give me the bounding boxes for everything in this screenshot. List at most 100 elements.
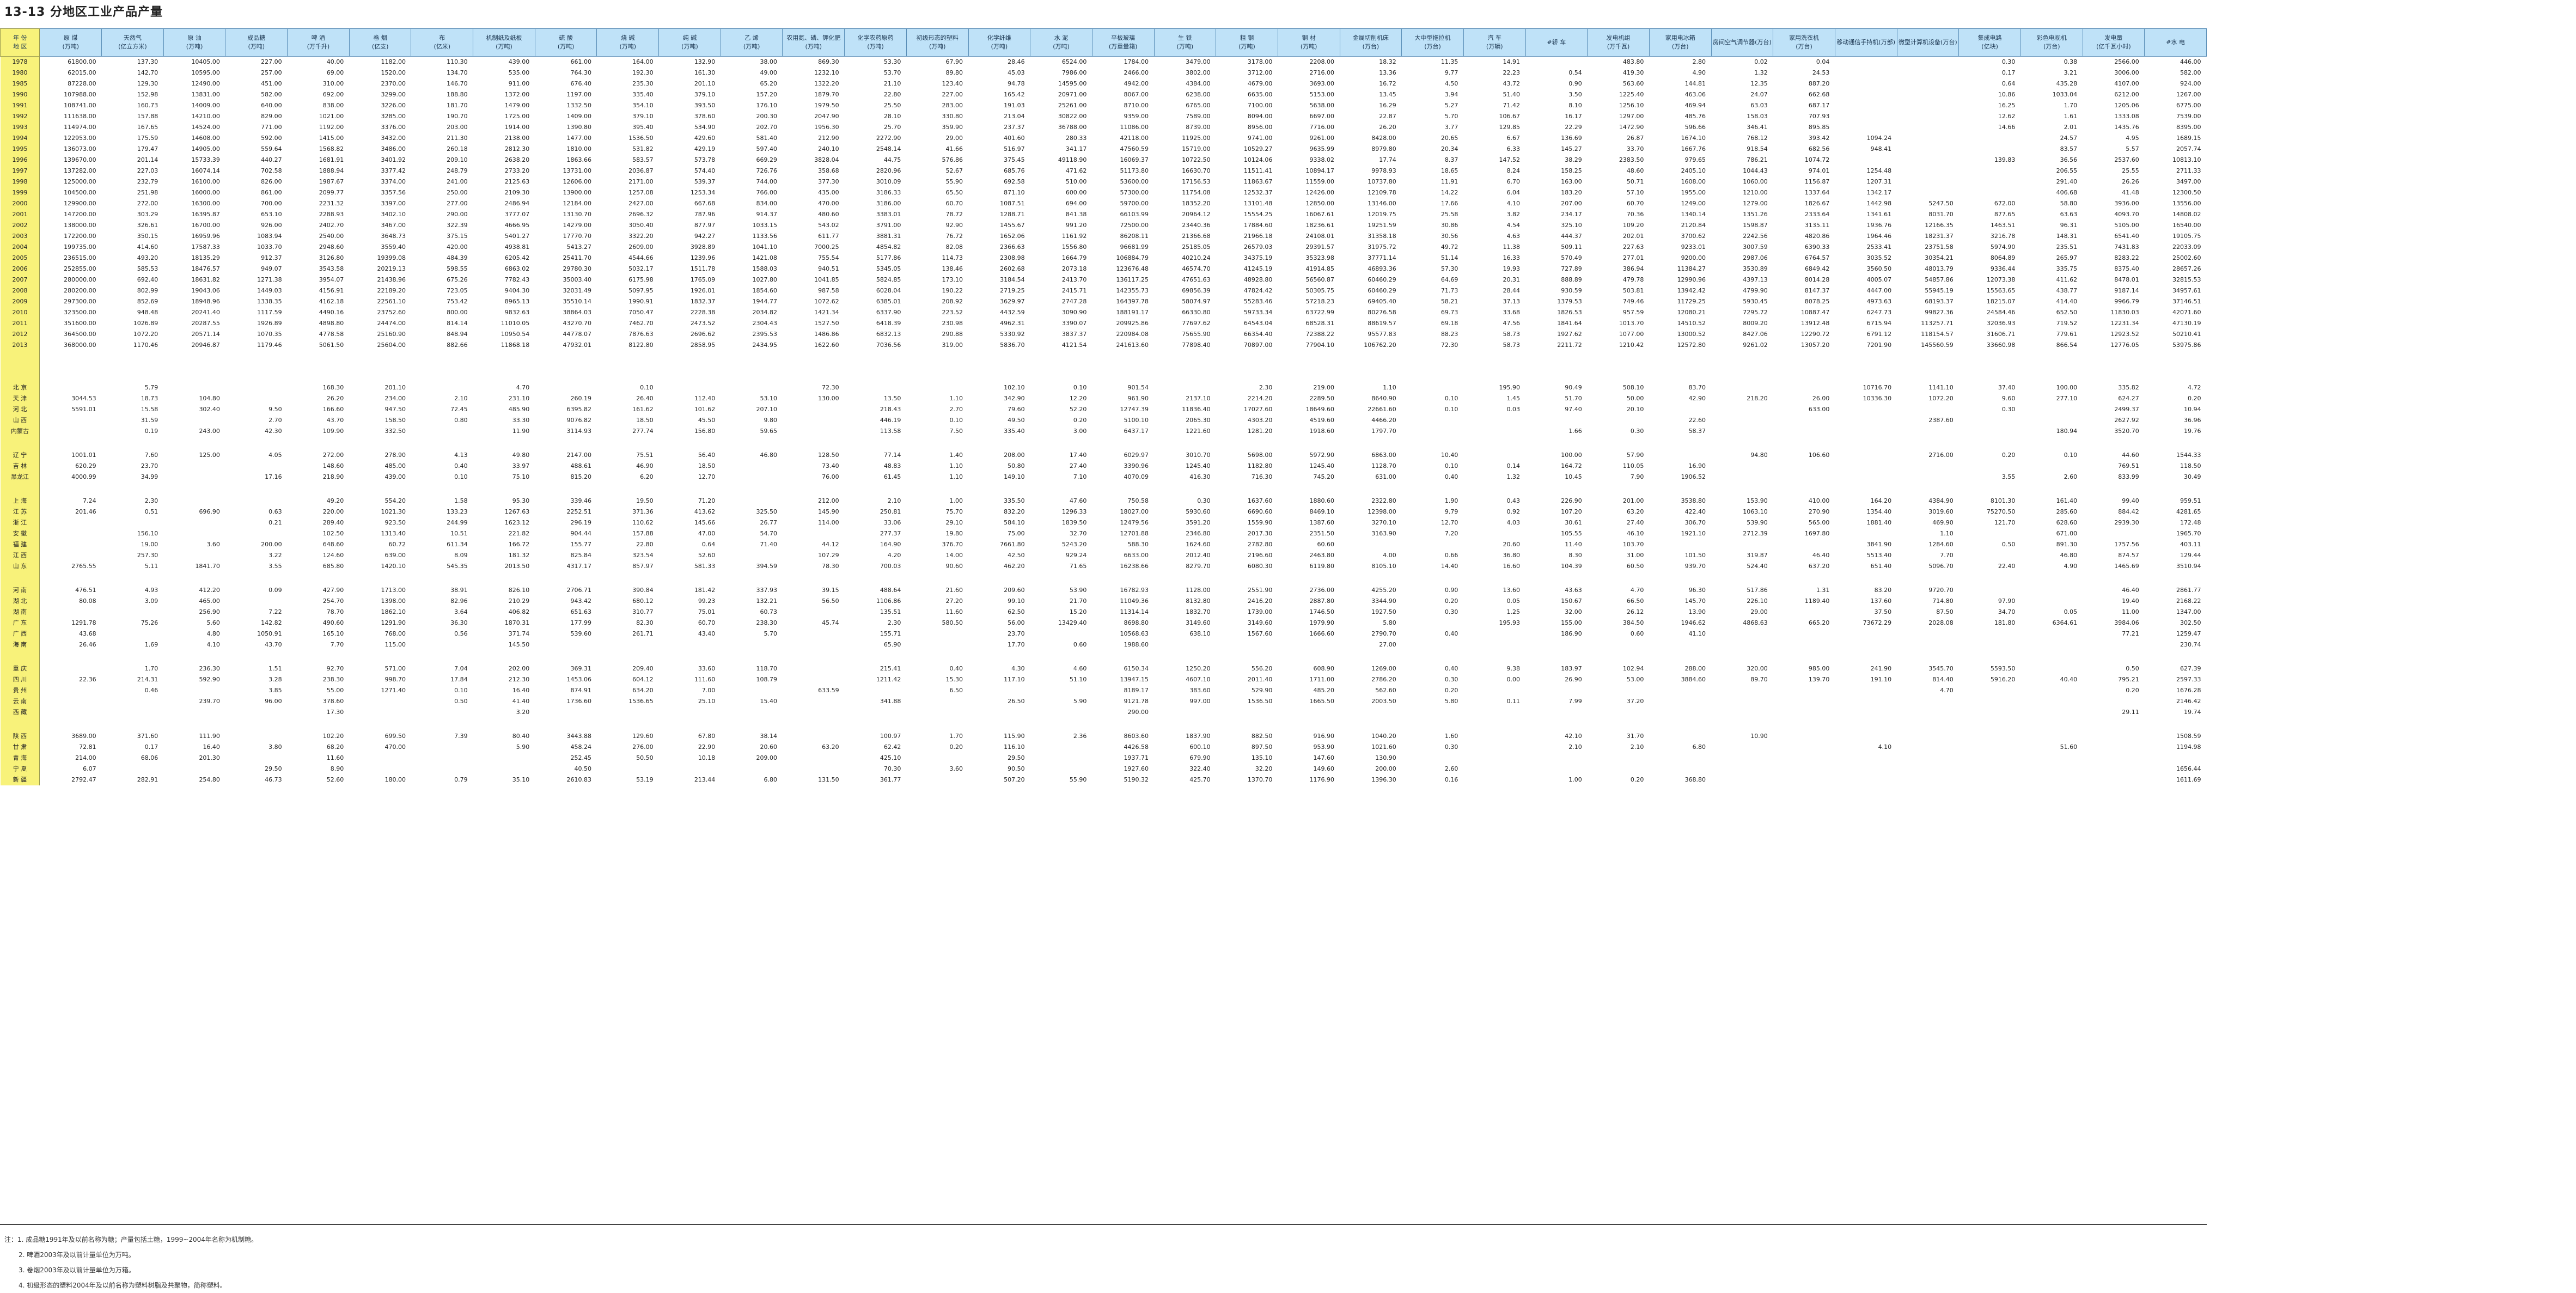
table-cell: 1936.76 [1866,222,1892,229]
table-cell [1463,639,1525,650]
table-cell: 26.87 [1626,135,1644,142]
corner-header: 年 份 地 区 [0,28,40,57]
table-cell: 192.30 [632,69,654,76]
table-cell: 72500.00 [1120,222,1149,229]
table-cell: 48.83 [883,462,901,469]
table-cell [1030,437,1092,450]
table-cell: 14.91 [1503,58,1521,65]
table-cell: 0.11 [1506,698,1521,705]
table-cell: 9404.30 [504,287,530,294]
table-cell: 220984.08 [1116,331,1149,338]
row-label: 2013 [0,340,40,351]
table-cell: 23.70 [141,462,158,469]
table-cell: 1341.61 [1866,211,1892,218]
table-cell: 755.54 [818,254,839,261]
table-cell: 1656.44 [2176,765,2201,772]
table-cell: 5.90 [1073,698,1087,705]
table-cell: 109.90 [322,428,344,435]
column-header: 初级形态的塑料 (万吨) [906,28,969,57]
table-cell: 8395.00 [2176,124,2201,131]
table-cell: 99.23 [698,597,716,605]
table-cell: 24474.00 [377,320,406,327]
table-cell [225,382,288,393]
table-cell: 3881.31 [876,233,901,240]
table-cell: 19.00 [141,541,158,548]
table-cell: 413.62 [694,508,716,515]
table-cell: 172.48 [2180,519,2201,526]
table-cell: 13146.00 [1368,200,1396,207]
table-cell: 1.66 [1568,428,1582,435]
table-cell [597,483,659,496]
table-cell [163,496,225,507]
table-cell [1216,483,1278,496]
table-cell: 111638.00 [64,113,96,120]
table-cell: 0.20 [2001,452,2016,459]
table-cell [40,382,102,393]
table-cell: 7000.25 [814,243,839,251]
table-cell: 17587.33 [191,243,220,251]
table-cell: 32031.49 [563,287,591,294]
table-cell: 4519.60 [1309,417,1335,424]
table-cell: 4938.81 [504,243,530,251]
table-cell: 70.36 [1626,211,1644,218]
table-cell: 277.74 [632,428,654,435]
table-cell: 371.74 [508,630,530,637]
table-cell: 26579.03 [1243,243,1273,251]
table-cell: 26.90 [1565,676,1582,683]
table-cell [1092,483,1154,496]
table-cell [1711,426,1773,437]
table-cell: 7.60 [144,452,158,459]
table-cell: 4942.00 [1124,80,1149,87]
table-cell: 18.73 [141,395,158,402]
table-cell: 99.10 [1008,597,1025,605]
table-cell: 71.20 [698,497,716,504]
row-label: 辽 宁 [0,450,40,461]
table-cell: 213.04 [1004,113,1025,120]
table-cell: 14279.00 [563,222,591,229]
table-cell: 1077.00 [1619,331,1644,338]
table-cell: 238.30 [322,676,344,683]
table-cell: 458.24 [570,743,591,751]
table-cell: 838.00 [322,102,344,109]
table-cell: 12019.75 [1368,211,1396,218]
table-cell [1835,461,1897,472]
table-cell: 157.88 [632,530,654,537]
table-cell: 364500.00 [64,331,96,338]
table-cell: 912.37 [261,254,282,261]
table-cell: 470.00 [818,200,839,207]
table-cell: 1879.70 [814,91,839,98]
table-cell [597,707,659,718]
table-cell [721,707,783,718]
table-row: 海 南 26.46 1.69 4.10 43.70 7.70 115.00 145.50 65.… [0,639,2207,650]
table-cell: 9.80 [764,417,777,424]
table-cell: 554.20 [384,497,406,504]
table-row: 2013 368000.00 1170.46 20946.87 1179.46 5061.… [0,340,2207,351]
table-cell [1278,483,1340,496]
table-cell: 53600.00 [1120,178,1149,185]
table-cell [2020,415,2083,426]
table-cell: 3543.58 [319,265,344,272]
table-cell: 1027.80 [752,276,777,283]
table-cell: 31358.18 [1368,233,1396,240]
table-cell: 411.62 [2056,276,2078,283]
table-cell: 45.50 [698,417,716,424]
table-cell: 1918.60 [1309,428,1335,435]
table-cell: 0.02 [1754,58,1768,65]
table-cell: 29780.30 [563,265,591,272]
table-cell [1154,639,1216,650]
table-cell [906,639,968,650]
table-cell [1030,753,1092,764]
table-cell: 238.30 [756,619,777,626]
table-cell: 47130.19 [2172,320,2201,327]
table-cell: 290.00 [447,211,468,218]
table-cell [1092,351,1154,382]
table-cell [1649,351,1711,382]
table-cell: 3390.07 [1061,320,1087,327]
table-cell: 531.82 [632,145,654,153]
table-cell: 19.74 [2184,709,2201,716]
table-cell: 60.72 [388,541,406,548]
table-cell: 203.00 [447,124,468,131]
table-cell: 5061.50 [319,341,344,349]
table-cell: 2413.70 [1061,276,1087,283]
table-cell: 5824.85 [876,276,901,283]
